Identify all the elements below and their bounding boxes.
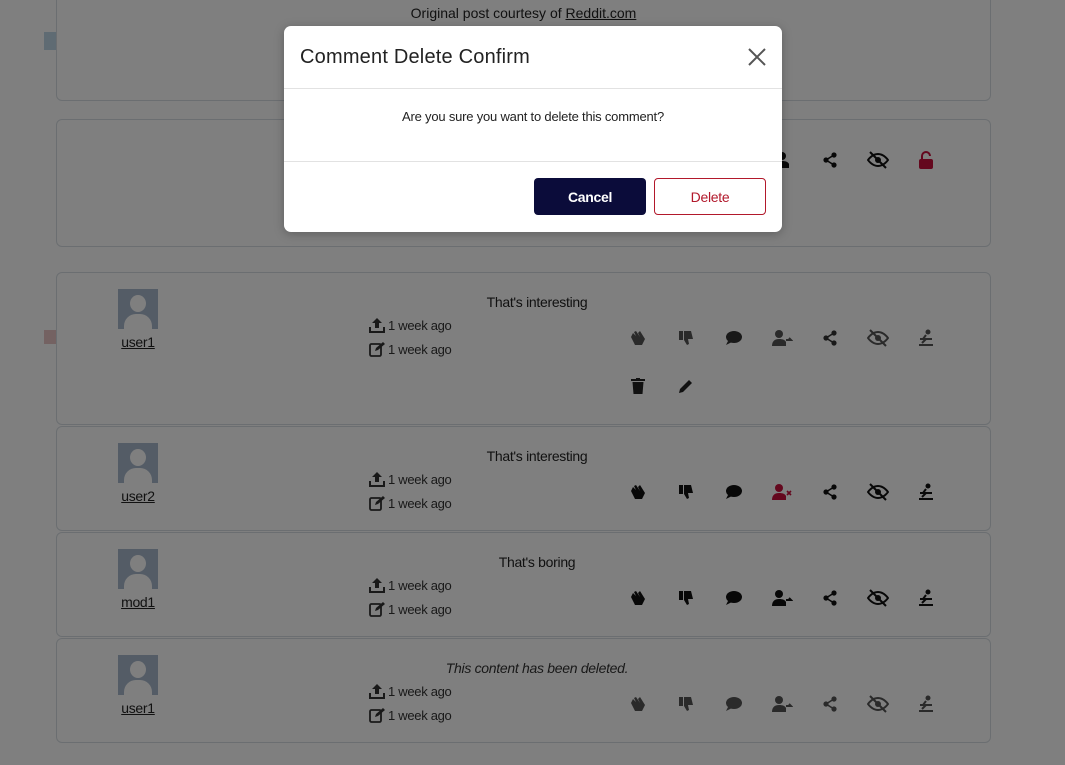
modal-title: Comment Delete Confirm (300, 46, 531, 68)
modal-divider (284, 161, 782, 162)
delete-button[interactable]: Delete (654, 178, 766, 215)
cancel-button[interactable]: Cancel (534, 178, 646, 215)
modal-divider (284, 88, 782, 89)
delete-confirm-modal: Comment Delete Confirm Are you sure you … (284, 26, 782, 232)
close-icon[interactable] (746, 46, 768, 68)
modal-message: Are you sure you want to delete this com… (402, 109, 664, 124)
